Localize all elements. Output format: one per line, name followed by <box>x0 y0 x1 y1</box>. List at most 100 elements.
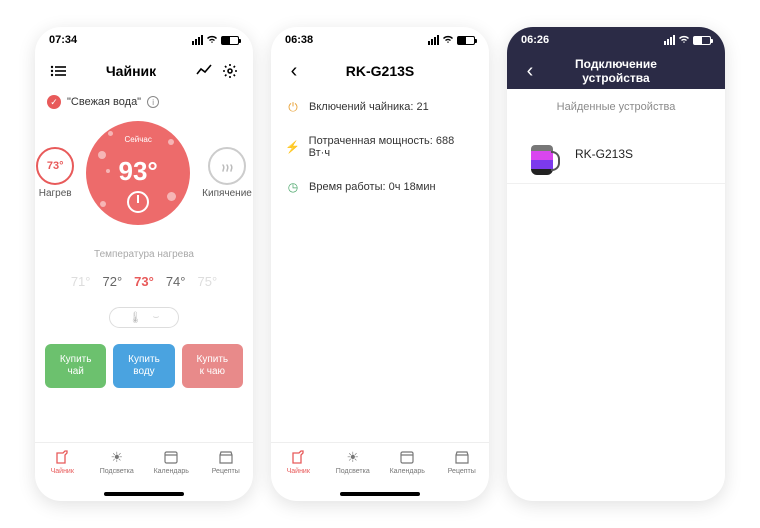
back-button[interactable]: ‹ <box>281 58 307 84</box>
section-label: Температура нагрева <box>35 249 253 260</box>
battery-icon <box>693 36 711 45</box>
tab-label: Календарь <box>390 468 425 475</box>
info-icon[interactable]: i <box>147 96 159 108</box>
heat-mode[interactable]: 73° Нагрев <box>36 147 74 199</box>
tab-recipes[interactable]: Рецепты <box>199 443 254 480</box>
battery-icon <box>221 36 239 45</box>
phone-pairing: 06:26 ‹ Подключение устройства Найденные… <box>507 27 725 501</box>
page-title: RK-G213S <box>307 63 453 79</box>
stat-energy: ⚡ Потраченная мощность: 688 Вт·ч <box>271 125 489 169</box>
device-name: RK-G213S <box>575 147 633 161</box>
tab-label: Чайник <box>287 468 310 475</box>
tab-label: Подсветка <box>100 468 134 475</box>
check-icon: ✓ <box>47 95 61 109</box>
buy-for-tea-button[interactable]: Купить к чаю <box>182 344 243 388</box>
tab-calendar[interactable]: Календарь <box>144 443 199 480</box>
mode-chips[interactable]: 🌡 ⌣ <box>35 307 253 328</box>
found-devices-label: Найденные устройства <box>507 89 725 125</box>
menu-button[interactable] <box>45 58 71 84</box>
temp-option[interactable]: 75° <box>198 274 218 289</box>
temperature-picker[interactable]: 71° 72° 73° 74° 75° <box>35 274 253 289</box>
page-title: Подключение устройства <box>543 57 689 85</box>
temp-option[interactable]: 74° <box>166 274 186 289</box>
boil-mode[interactable]: Кипячение <box>202 147 252 199</box>
phone-stats: 06:38 ‹ RK-G213S ⏻ Включений чайника: 21… <box>271 27 489 501</box>
device-row[interactable]: RK-G213S <box>507 125 725 184</box>
steam-icon <box>208 147 246 185</box>
header: ‹ Подключение устройства <box>507 53 725 89</box>
signal-icon <box>428 35 439 45</box>
stat-text: Включений чайника: 21 <box>309 101 429 113</box>
home-indicator[interactable] <box>340 492 420 496</box>
phone-kettle-main: 07:34 Чайник ✓ "Свежая вода" i <box>35 27 253 501</box>
kettle-icon <box>289 448 307 466</box>
tab-label: Рецепты <box>212 468 240 475</box>
main-dial[interactable]: Сейчас 93° <box>86 121 190 225</box>
chart-button[interactable] <box>191 58 217 84</box>
stats-content: ⏻ Включений чайника: 21 ⚡ Потраченная мо… <box>271 89 489 501</box>
header-spacer <box>453 58 479 84</box>
status-icons <box>664 34 711 47</box>
tab-label: Рецепты <box>448 468 476 475</box>
battery-icon <box>457 36 475 45</box>
page-title: Чайник <box>71 63 191 79</box>
tab-kettle[interactable]: Чайник <box>271 443 326 480</box>
buy-tea-button[interactable]: Купить чай <box>45 344 106 388</box>
store-icon <box>217 448 235 466</box>
buy-water-button[interactable]: Купить воду <box>113 344 174 388</box>
thermometer-icon: 🌡 <box>128 311 142 324</box>
sun-icon: ☀ <box>108 448 126 466</box>
status-time: 06:38 <box>285 34 313 46</box>
bolt-icon: ⚡ <box>285 139 301 155</box>
now-label: Сейчас <box>125 135 152 144</box>
store-icon <box>453 448 471 466</box>
stat-text: Потраченная мощность: 688 Вт·ч <box>309 135 475 159</box>
header: Чайник <box>35 53 253 89</box>
pairing-content: Найденные устройства RK-G213S <box>507 89 725 501</box>
heat-temp: 73° <box>47 160 64 172</box>
back-button[interactable]: ‹ <box>517 58 543 84</box>
current-temp: 93° <box>118 156 157 187</box>
sun-icon: ☀ <box>344 448 362 466</box>
main-content: ✓ "Свежая вода" i 73° Нагрев Сейчас 93° <box>35 89 253 501</box>
fresh-water-row[interactable]: ✓ "Свежая вода" i <box>35 89 253 115</box>
header: ‹ RK-G213S <box>271 53 489 89</box>
tab-label: Календарь <box>154 468 189 475</box>
stat-power-on: ⏻ Включений чайника: 21 <box>271 89 489 125</box>
home-indicator[interactable] <box>104 492 184 496</box>
tab-calendar[interactable]: Календарь <box>380 443 435 480</box>
tab-recipes[interactable]: Рецепты <box>435 443 490 480</box>
settings-button[interactable] <box>217 58 243 84</box>
status-time: 07:34 <box>49 34 77 46</box>
status-icons <box>428 34 475 47</box>
wifi-icon <box>442 34 454 47</box>
tab-kettle[interactable]: Чайник <box>35 443 90 480</box>
wifi-icon <box>206 34 218 47</box>
status-bar: 06:26 <box>507 27 725 53</box>
status-bar: 07:34 <box>35 27 253 53</box>
tab-bar: Чайник ☀ Подсветка Календарь Рецепты <box>35 442 253 492</box>
temp-option[interactable]: 71° <box>71 274 91 289</box>
header-spacer <box>689 58 715 84</box>
temp-option-active[interactable]: 73° <box>134 274 154 289</box>
status-bar: 06:38 <box>271 27 489 53</box>
buy-row: Купить чай Купить воду Купить к чаю <box>35 328 253 388</box>
tab-label: Чайник <box>51 468 74 475</box>
tab-light[interactable]: ☀ Подсветка <box>90 443 145 480</box>
wifi-icon <box>678 34 690 47</box>
heat-label: Нагрев <box>39 188 72 199</box>
temp-option[interactable]: 72° <box>102 274 122 289</box>
power-icon: ⏻ <box>285 99 301 115</box>
calendar-icon <box>162 448 180 466</box>
power-icon[interactable] <box>127 191 149 213</box>
tab-light[interactable]: ☀ Подсветка <box>326 443 381 480</box>
kettle-icon <box>53 448 71 466</box>
status-time: 06:26 <box>521 34 549 46</box>
signal-icon <box>664 35 675 45</box>
signal-icon <box>192 35 203 45</box>
calendar-icon <box>398 448 416 466</box>
stat-runtime: ◷ Время работы: 0ч 18мин <box>271 169 489 205</box>
tea-icon: ⌣ <box>152 311 159 324</box>
status-icons <box>192 34 239 47</box>
dial-area: 73° Нагрев Сейчас 93° Кипячение <box>35 115 253 225</box>
